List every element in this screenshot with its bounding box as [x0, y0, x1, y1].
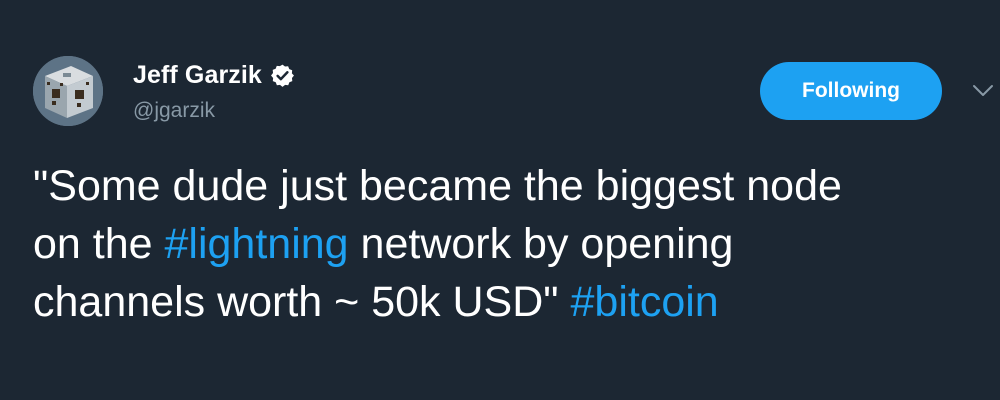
verified-badge-icon — [270, 63, 295, 88]
tweet-line-3: channels worth ~ 50k USD" #bitcoin — [33, 273, 988, 331]
tweet-line-1: "Some dude just became the biggest node — [33, 162, 842, 210]
hashtag-link-lightning[interactable]: #lightning — [165, 220, 349, 268]
author-handle[interactable]: @jgarzik — [133, 99, 215, 123]
tweet-card: Jeff Garzik @jgarzik Following "Some dud… — [0, 0, 1000, 400]
tweet-text-segment: network by opening — [348, 220, 734, 268]
tweet-line-2: on the #lightning network by opening — [33, 215, 988, 273]
avatar[interactable] — [33, 56, 103, 126]
hashtag-link-bitcoin[interactable]: #bitcoin — [571, 278, 719, 326]
menger-sponge-icon — [33, 56, 103, 126]
author-display-name[interactable]: Jeff Garzik — [133, 61, 262, 90]
tweet-text-segment: on the — [33, 220, 165, 268]
author-name-row: Jeff Garzik — [133, 58, 295, 92]
tweet-text: "Some dude just became the biggest node … — [33, 157, 988, 331]
following-button[interactable]: Following — [760, 62, 942, 120]
chevron-down-icon[interactable] — [970, 80, 996, 100]
tweet-text-segment: channels worth ~ 50k USD" — [33, 278, 571, 326]
